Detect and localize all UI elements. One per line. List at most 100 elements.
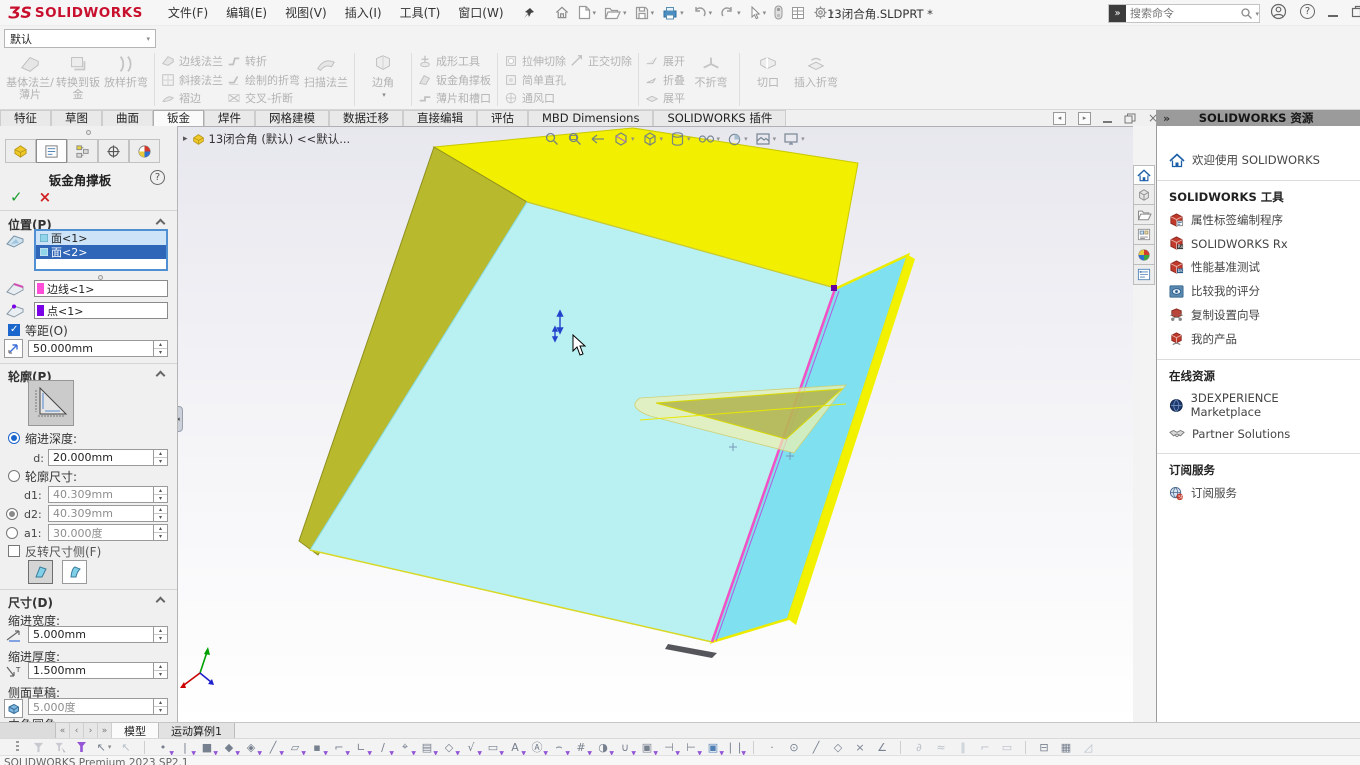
undo-icon[interactable]: ▾ (689, 3, 716, 23)
depth-input[interactable] (49, 450, 153, 465)
filter-clear-icon[interactable] (53, 740, 67, 754)
zoom-fit-icon[interactable] (544, 131, 560, 147)
no-bends-button[interactable]: 不折弯 (687, 51, 735, 108)
save-icon[interactable]: ▾ (632, 3, 658, 23)
view-palette-tab[interactable] (1133, 225, 1155, 245)
offset-checkbox[interactable] (8, 324, 20, 336)
displaymanager-tab[interactable] (129, 139, 160, 163)
filter-toggle-icon[interactable] (31, 740, 45, 754)
select-disabled-icon[interactable]: ↖ (119, 740, 133, 754)
panel-splitter-handle[interactable]: ◂ (178, 406, 183, 432)
restore-window-icon[interactable] (1351, 5, 1360, 18)
filter-center-mark-icon[interactable]: ⌖▼ (398, 740, 412, 754)
snap-angle-icon[interactable]: ∠ (875, 740, 889, 754)
my-products-link[interactable]: 我的产品 (1157, 327, 1360, 351)
search-input[interactable] (1126, 7, 1240, 20)
snap-corner-icon[interactable]: ⌐ (978, 740, 992, 754)
filter-vertices-icon[interactable]: •▼ (156, 740, 170, 754)
menu-insert[interactable]: 插入(I) (336, 0, 391, 26)
filter-annotation-icon[interactable]: ▣▼ (640, 740, 654, 754)
snap-polygon-icon[interactable]: ◇ (831, 740, 845, 754)
filter-block-icon[interactable]: ▣▼ (706, 740, 720, 754)
toolbar-grip[interactable] (16, 741, 19, 753)
tree-expand-icon[interactable]: ▸ (183, 134, 188, 144)
extruded-cut-button[interactable]: 拉伸切除 (504, 53, 566, 69)
indent-depth-radio[interactable] (8, 432, 20, 444)
menu-file[interactable]: 文件(F) (159, 0, 217, 26)
cross-break-button[interactable]: 交叉-折断 (227, 90, 300, 106)
rip-button[interactable]: 切口 (744, 51, 792, 108)
prev-tab-button[interactable]: ‹ (70, 723, 84, 738)
a1-radio[interactable] (6, 527, 18, 539)
zoom-area-icon[interactable] (567, 131, 583, 147)
menu-edit[interactable]: 编辑(E) (217, 0, 276, 26)
doc-minimize-icon[interactable] (1103, 121, 1112, 123)
partner-solutions-link[interactable]: Partner Solutions (1157, 423, 1360, 445)
appearances-scenes-tab[interactable] (1133, 245, 1155, 265)
filter-centerline-icon[interactable]: ▤▼ (420, 740, 434, 754)
draft-spin-arrows[interactable]: ▴▾ (153, 699, 167, 714)
base-flange-button[interactable]: 基体法兰/薄片 (6, 51, 54, 108)
filter-notes-icon[interactable]: A▼ (508, 740, 522, 754)
tab-features[interactable]: 特征 (0, 110, 51, 126)
tab-weldments[interactable]: 焊件 (204, 110, 255, 126)
edge-flange-button[interactable]: 边线法兰 (161, 53, 223, 69)
help-icon[interactable]: ? (1300, 4, 1315, 19)
home-icon[interactable] (551, 3, 573, 23)
offset-checkbox-label[interactable]: 等距(O) (25, 322, 68, 339)
redo-icon[interactable]: ▾ (717, 3, 744, 23)
filter-connector-left-icon[interactable]: ⊣▼ (662, 740, 676, 754)
faces-selection-list[interactable]: 面<1> 面<2> (34, 229, 168, 271)
filter-surface-finish-icon[interactable]: √▼ (464, 740, 478, 754)
d2-spin-arrows[interactable]: ▴▾ (153, 506, 167, 521)
configurationmanager-tab[interactable] (67, 139, 98, 163)
filter-geometric-tolerance-icon[interactable]: ▭▼ (486, 740, 500, 754)
depth-spin-arrows[interactable]: ▴▾ (153, 450, 167, 465)
filter-sketch-point-icon[interactable]: ▪▼ (310, 740, 324, 754)
filter-edges-icon[interactable]: |▼ (178, 740, 192, 754)
filter-solid-icon[interactable]: ◈▼ (244, 740, 258, 754)
profile-collapse-chevron[interactable] (156, 371, 166, 381)
file-explorer-tab[interactable] (1133, 205, 1155, 225)
flip-dimension-checkbox[interactable] (8, 545, 20, 557)
flip-dimension-label[interactable]: 反转尺寸侧(F) (25, 543, 101, 560)
marketplace-link[interactable]: 3DEXPERIENCE Marketplace (1157, 387, 1360, 423)
tab-sketch[interactable]: 草图 (51, 110, 102, 126)
property-tab-builder-link[interactable]: 属性标签编制程序 (1157, 208, 1360, 232)
cancel-button[interactable]: × (39, 188, 52, 206)
snap-parallel-icon[interactable]: ∥ (956, 740, 970, 754)
d2-input[interactable] (49, 506, 153, 521)
sketched-bend-button[interactable]: 绘制的折弯 (227, 72, 300, 88)
configuration-dropdown[interactable]: 默认▾ (4, 29, 156, 48)
view-settings-icon[interactable]: ▾ (783, 132, 805, 146)
filter-arc-icon[interactable]: ⌢▼ (552, 740, 566, 754)
filter-datum-icon[interactable]: ∪▼ (618, 740, 632, 754)
filter-active-icon[interactable] (75, 740, 89, 754)
propertymanager-tab[interactable] (36, 139, 67, 163)
open-document-icon[interactable]: ▾ (601, 3, 630, 23)
snap-box-icon[interactable]: ▭ (1000, 740, 1014, 754)
new-document-icon[interactable]: ▾ (575, 3, 600, 23)
offset-spin-arrows[interactable]: ▴▾ (153, 341, 167, 356)
pm-help-icon[interactable]: ? (150, 170, 165, 185)
last-tab-button[interactable]: » (98, 723, 112, 738)
width-spin-arrows[interactable]: ▴▾ (153, 627, 167, 642)
face-list-item[interactable]: 面<1> (36, 231, 166, 245)
simple-hole-button[interactable]: 简单直孔 (504, 72, 566, 88)
filter-weld-icon[interactable]: ◑▼ (596, 740, 610, 754)
snap-line-icon[interactable]: ╱ (809, 740, 823, 754)
filter-sketch-segment-icon[interactable]: ∟▼ (354, 740, 368, 754)
search-scope-caret[interactable]: ▾ (1255, 10, 1259, 18)
hem-button[interactable]: 褶边 (161, 90, 223, 106)
prev-document-icon[interactable]: ◂ (1053, 112, 1066, 125)
filter-plane-icon[interactable]: ▱▼ (288, 740, 302, 754)
tab-surfaces[interactable]: 曲面 (102, 110, 153, 126)
custom-properties-tab[interactable] (1133, 265, 1155, 285)
flatten-button[interactable]: 展平 (645, 90, 685, 106)
copy-settings-wizard-link[interactable]: 复制设置向导 (1157, 303, 1360, 327)
filter-midpoint-icon[interactable]: ∕▼ (376, 740, 390, 754)
vent-button[interactable]: 通风口 (504, 90, 566, 106)
tab-and-slot-button[interactable]: 薄片和槽口 (418, 90, 491, 106)
indent-depth-label[interactable]: 缩进深度: (25, 430, 77, 447)
snap-intersection-icon[interactable]: × (853, 740, 867, 754)
